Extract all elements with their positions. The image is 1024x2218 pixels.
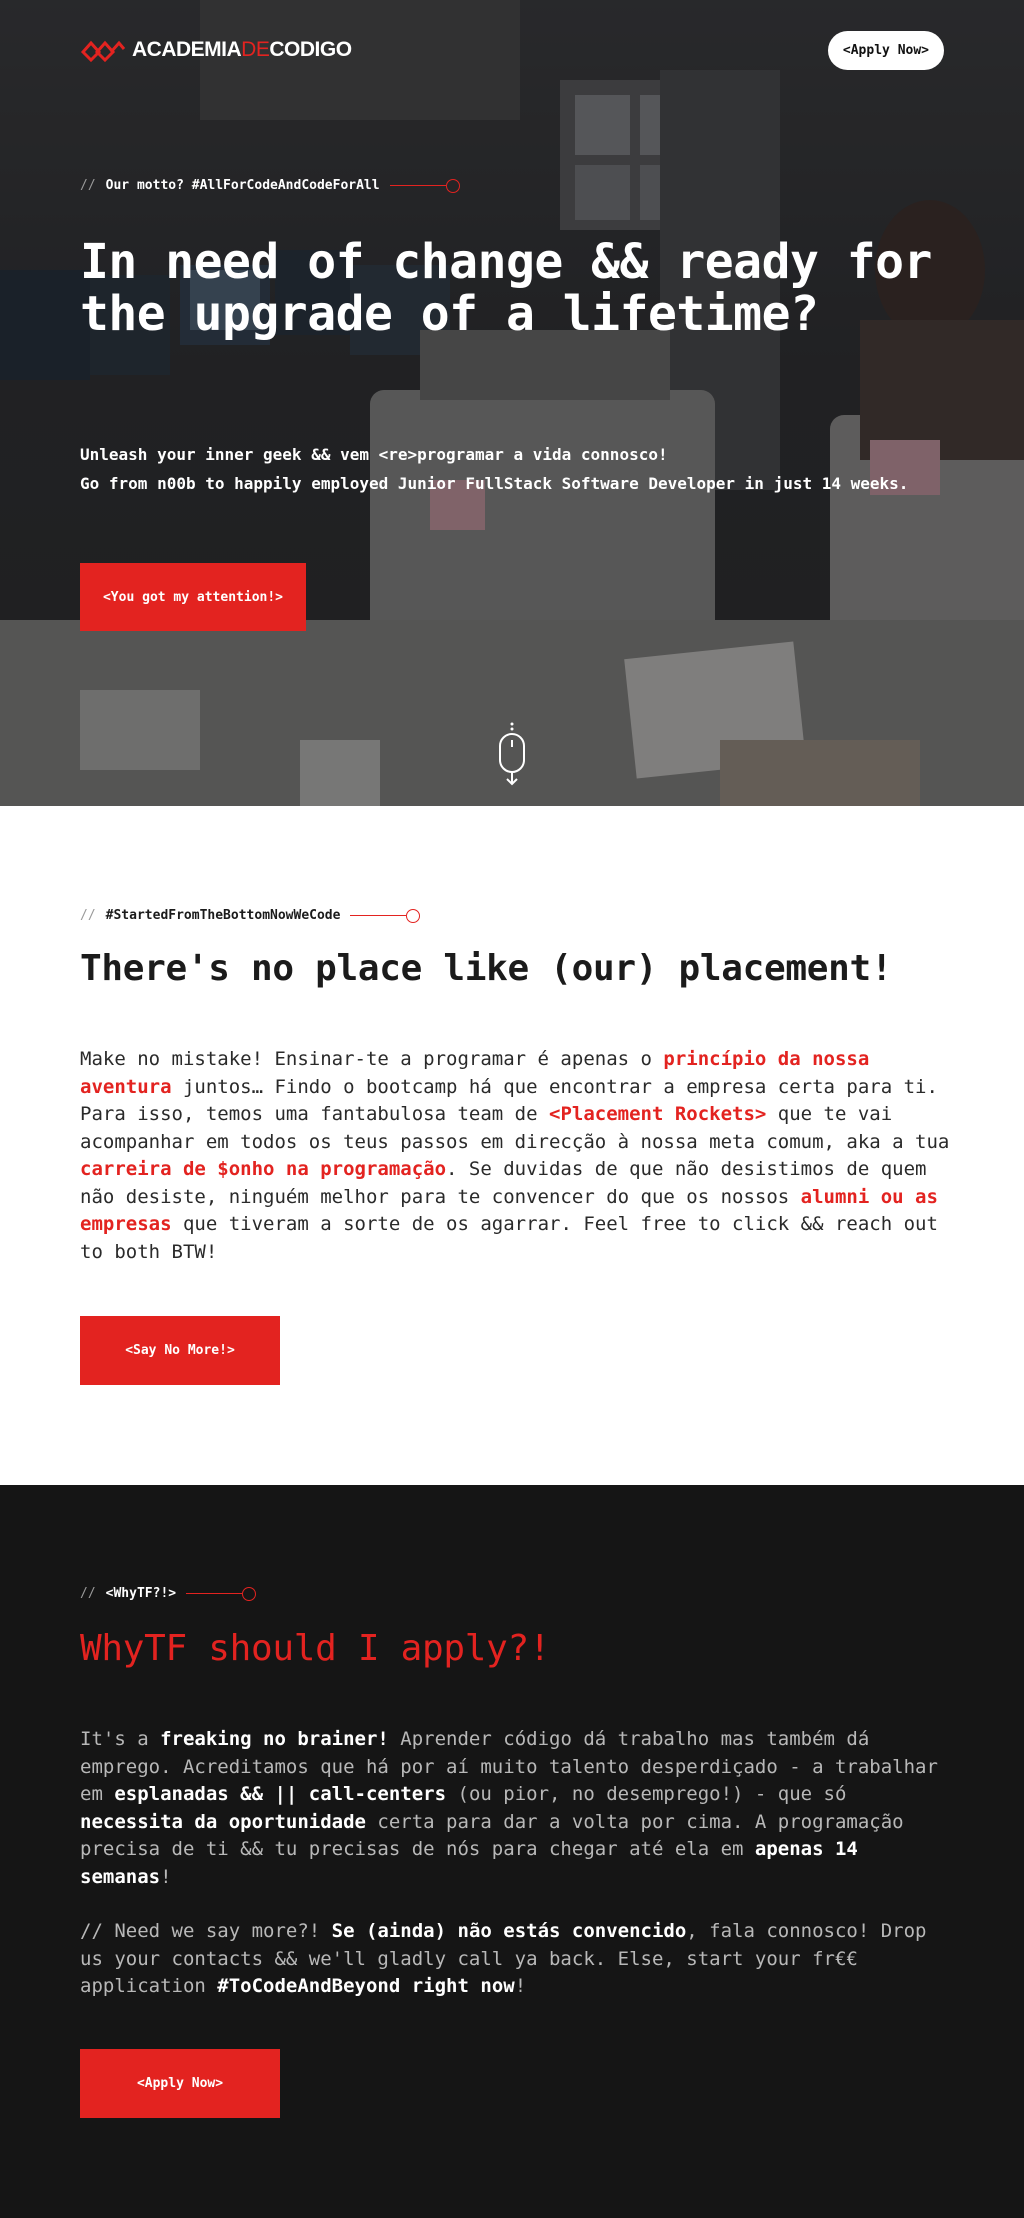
why-text: // Need we say more?! — [80, 1920, 332, 1942]
eyebrow-line — [389, 185, 446, 186]
why-eyebrow: // <WhyTF?!> — [80, 1586, 257, 1601]
why-bold: #ToCodeAndBeyond right now — [217, 1975, 515, 1997]
placement-body: Make no mistake! Ensinar-te a programar … — [80, 1046, 950, 1266]
hero-section: ACADEMIADECODIGO <Apply Now> // Our mott… — [0, 0, 1024, 806]
why-text: It's a — [80, 1728, 161, 1750]
why-body: It's a freaking no brainer! Aprender cód… — [80, 1726, 950, 2001]
why-title: WhyTF should I apply?! — [80, 1628, 551, 1669]
top-navigation: ACADEMIADECODIGO <Apply Now> — [80, 30, 944, 70]
logo-word-de: DE — [241, 38, 270, 61]
link-carreira-de-sonho[interactable]: carreira de $onho na programação — [80, 1158, 446, 1180]
logo-wordmark: ACADEMIADECODIGO — [132, 38, 352, 62]
why-bold: freaking no brainer! — [160, 1728, 389, 1750]
placement-title: There's no place like (our) placement! — [80, 948, 893, 989]
eyebrow-line — [186, 1593, 243, 1594]
hero-motto: Our motto? #AllForCodeAndCodeForAll — [105, 178, 380, 193]
placement-hashtag: #StartedFromTheBottomNowWeCode — [105, 908, 341, 923]
logo[interactable]: ACADEMIADECODIGO — [80, 38, 352, 62]
eyebrow-line — [350, 915, 407, 916]
placement-section: // #StartedFromTheBottomNowWeCode There'… — [0, 806, 1024, 1485]
why-text: (ou pior, no desemprego!) - que só — [446, 1783, 847, 1805]
why-bold: Se (ainda) não estás convencido — [331, 1920, 687, 1942]
why-text: ! — [514, 1975, 527, 1997]
why-tag: <WhyTF?!> — [105, 1586, 177, 1601]
eyebrow-slashes: // — [80, 178, 96, 193]
hero-subtitle: Unleash your inner geek && vem <re>progr… — [80, 440, 940, 498]
logo-mark-icon — [80, 40, 126, 62]
hero-title: In need of change && ready for the upgra… — [80, 234, 932, 342]
logo-word-academia: ACADEMIA — [132, 38, 242, 61]
eyebrow-slashes: // — [80, 1586, 96, 1601]
why-bold: necessita da oportunidade — [80, 1810, 366, 1833]
say-no-more-button[interactable]: <Say No More!> — [80, 1316, 280, 1385]
placement-text: que tiveram a sorte de os agarrar. Feel … — [80, 1213, 938, 1263]
placement-text: Make no mistake! Ensinar-te a programar … — [80, 1048, 664, 1070]
scroll-mouse-icon[interactable] — [497, 722, 527, 788]
placement-eyebrow: // #StartedFromTheBottomNowWeCode — [80, 908, 421, 923]
hero-eyebrow: // Our motto? #AllForCodeAndCodeForAll — [80, 178, 460, 193]
eyebrow-slashes: // — [80, 908, 96, 923]
logo-word-codigo: CODIGO — [269, 38, 352, 61]
hero-overlay — [0, 0, 1024, 806]
hero-subtitle-line-1: Unleash your inner geek && vem <re>progr… — [80, 445, 668, 464]
apply-now-button-bottom[interactable]: <Apply Now> — [80, 2049, 280, 2118]
eyebrow-dot-icon — [406, 908, 421, 923]
eyebrow-dot-icon — [242, 1586, 257, 1601]
why-bold: esplanadas && || call-centers — [114, 1783, 447, 1805]
why-text: ! — [160, 1865, 172, 1888]
link-placement-rockets[interactable]: <Placement Rockets> — [549, 1103, 766, 1125]
eyebrow-dot-icon — [445, 178, 460, 193]
why-paragraph-1: It's a freaking no brainer! Aprender cód… — [80, 1726, 950, 1891]
hero-subtitle-line-2: Go from n00b to happily employed Junior … — [80, 474, 909, 493]
why-paragraph-2: // Need we say more?! Se (ainda) não est… — [80, 1918, 950, 2001]
why-apply-section: // <WhyTF?!> WhyTF should I apply?! It's… — [0, 1485, 1024, 2218]
apply-now-button-header[interactable]: <Apply Now> — [827, 30, 944, 70]
you-got-my-attention-button[interactable]: <You got my attention!> — [80, 563, 306, 631]
